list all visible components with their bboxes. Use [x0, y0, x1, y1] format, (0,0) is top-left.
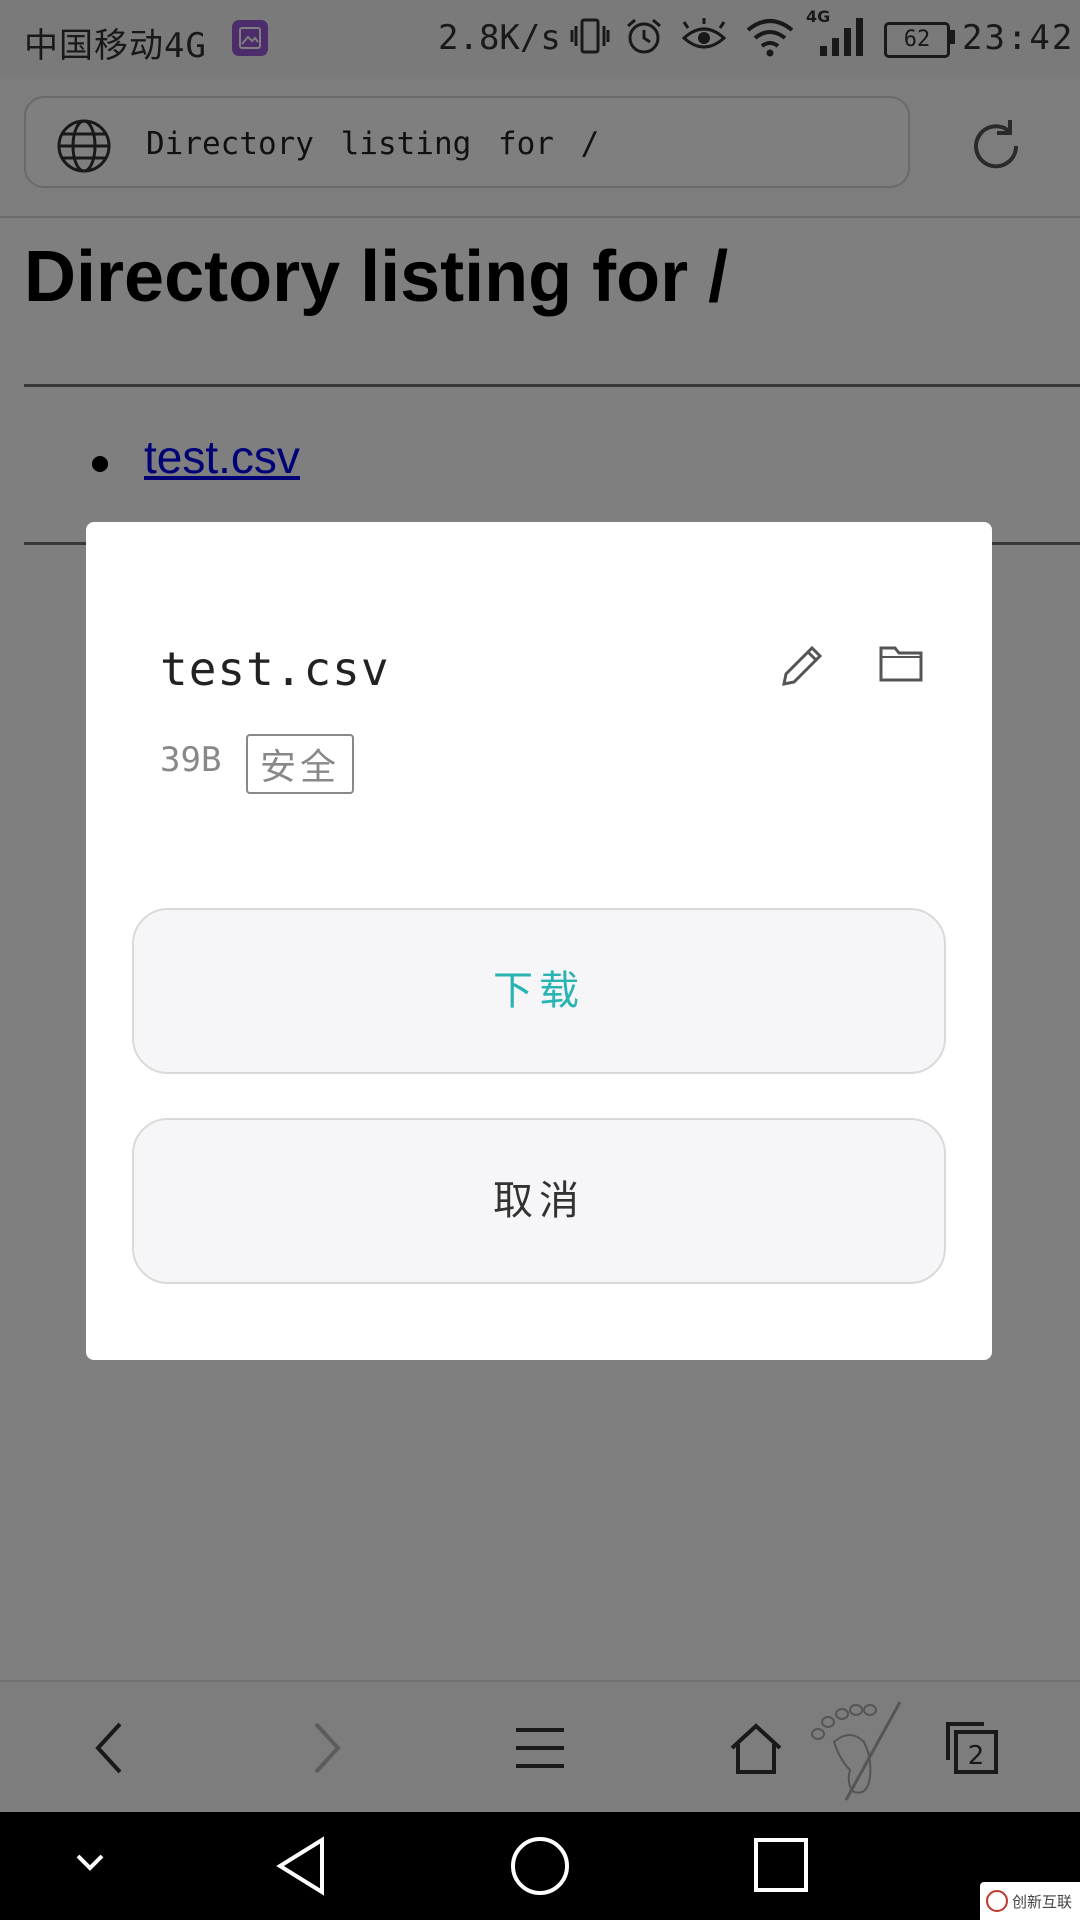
- system-home-icon[interactable]: [508, 1834, 572, 1902]
- system-back-icon[interactable]: [272, 1834, 332, 1902]
- cancel-button[interactable]: 取消: [132, 1118, 946, 1284]
- file-size: 39B: [160, 740, 222, 780]
- watermark: 创新互联: [980, 1882, 1080, 1920]
- watermark-text: 创新互联: [1012, 1893, 1073, 1911]
- system-navigation-bar: [0, 1812, 1080, 1920]
- safety-badge: 安全: [246, 734, 355, 794]
- recent-apps-icon[interactable]: [752, 1836, 810, 1898]
- pencil-icon[interactable]: [776, 640, 828, 696]
- hide-keyboard-icon[interactable]: [70, 1842, 110, 1886]
- watermark-logo-icon: [986, 1890, 1008, 1912]
- download-dialog: test.csv 39B 安全 下载 取消: [86, 522, 992, 1360]
- folder-icon[interactable]: [878, 642, 924, 688]
- dialog-file-name: test.csv: [160, 642, 390, 696]
- download-button[interactable]: 下载: [132, 908, 946, 1074]
